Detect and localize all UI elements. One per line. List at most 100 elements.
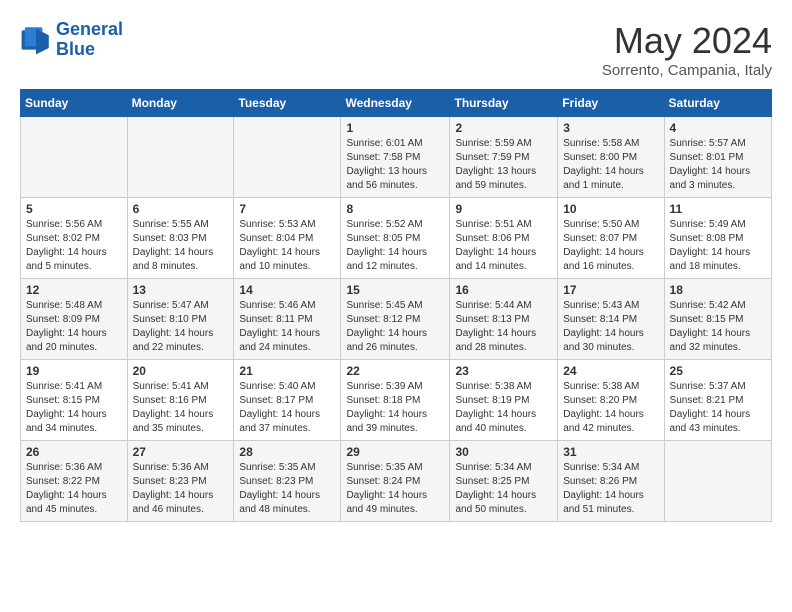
day-number: 5: [26, 202, 122, 216]
day-number: 24: [563, 364, 658, 378]
day-number: 22: [346, 364, 444, 378]
day-detail: Sunrise: 5:40 AM Sunset: 8:17 PM Dayligh…: [239, 380, 335, 436]
day-number: 12: [26, 283, 122, 297]
column-header-friday: Friday: [558, 90, 664, 117]
day-detail: Sunrise: 5:39 AM Sunset: 8:18 PM Dayligh…: [346, 380, 444, 436]
day-number: 15: [346, 283, 444, 297]
calendar-cell: 25Sunrise: 5:37 AM Sunset: 8:21 PM Dayli…: [664, 360, 771, 441]
day-number: 14: [239, 283, 335, 297]
day-number: 31: [563, 445, 658, 459]
calendar-cell: [127, 117, 234, 198]
day-detail: Sunrise: 5:38 AM Sunset: 8:19 PM Dayligh…: [455, 380, 552, 436]
calendar-cell: 12 Sunrise: 5:48 AM Sunset: 8:09 PM Dayli…: [21, 279, 128, 360]
day-detail: Sunrise: 5:42 AM Sunset: 8:15 PM Dayligh…: [670, 299, 766, 355]
calendar-cell: 22 Sunrise: 5:39 AM Sunset: 8:18 PM Dayli…: [341, 360, 450, 441]
calendar-cell: 9 Sunrise: 5:51 AM Sunset: 8:06 PM Daylig…: [450, 198, 558, 279]
day-detail: Sunrise: 5:53 AM Sunset: 8:04 PM Dayligh…: [239, 218, 335, 274]
month-title: May 2024: [602, 20, 772, 62]
calendar-cell: 3Sunrise: 5:58 AM Sunset: 8:00 PM Daylig…: [558, 117, 664, 198]
logo-line2: Blue: [56, 39, 95, 59]
title-block: May 2024 Sorrento, Campania, Italy: [602, 20, 772, 79]
calendar-cell: 15 Sunrise: 5:45 AM Sunset: 8:12 PM Dayli…: [341, 279, 450, 360]
day-number: 10: [563, 202, 658, 216]
day-detail: Sunrise: 5:36 AM Sunset: 8:22 PM Dayligh…: [26, 461, 122, 517]
day-detail: Sunrise: 5:37 AM Sunset: 8:21 PM Dayligh…: [670, 380, 766, 436]
day-detail: Sunrise: 5:57 AM Sunset: 8:01 PM Dayligh…: [670, 137, 766, 193]
calendar-cell: 18 Sunrise: 5:42 AM Sunset: 8:15 PM Dayli…: [664, 279, 771, 360]
day-number: 11: [670, 202, 766, 216]
calendar-cell: 23 Sunrise: 5:38 AM Sunset: 8:19 PM Dayli…: [450, 360, 558, 441]
day-detail: Sunrise: 5:36 AM Sunset: 8:23 PM Dayligh…: [133, 461, 229, 517]
calendar-cell: 5 Sunrise: 5:56 AM Sunset: 8:02 PM Daylig…: [21, 198, 128, 279]
day-detail: Sunrise: 5:56 AM Sunset: 8:02 PM Dayligh…: [26, 218, 122, 274]
calendar-cell: 8Sunrise: 5:52 AM Sunset: 8:05 PM Daylig…: [341, 198, 450, 279]
logo: General Blue: [20, 20, 123, 60]
calendar-cell: [234, 117, 341, 198]
calendar-cell: 24 Sunrise: 5:38 AM Sunset: 8:20 PM Dayli…: [558, 360, 664, 441]
calendar-cell: 26 Sunrise: 5:36 AM Sunset: 8:22 PM Dayli…: [21, 441, 128, 522]
calendar-cell: 19 Sunrise: 5:41 AM Sunset: 8:15 PM Dayli…: [21, 360, 128, 441]
calendar-week-4: 19 Sunrise: 5:41 AM Sunset: 8:15 PM Dayli…: [21, 360, 772, 441]
page-header: General Blue May 2024 Sorrento, Campania…: [20, 20, 772, 79]
calendar-table: SundayMondayTuesdayWednesdayThursdayFrid…: [20, 89, 772, 522]
day-detail: Sunrise: 5:50 AM Sunset: 8:07 PM Dayligh…: [563, 218, 658, 274]
day-detail: Sunrise: 6:01 AM Sunset: 7:58 PM Dayligh…: [346, 137, 444, 193]
calendar-cell: 30 Sunrise: 5:34 AM Sunset: 8:25 PM Dayli…: [450, 441, 558, 522]
day-number: 13: [133, 283, 229, 297]
day-detail: Sunrise: 5:34 AM Sunset: 8:25 PM Dayligh…: [455, 461, 552, 517]
calendar-cell: 2 Sunrise: 5:59 AM Sunset: 7:59 PM Daylig…: [450, 117, 558, 198]
day-number: 18: [670, 283, 766, 297]
calendar-cell: 6 Sunrise: 5:55 AM Sunset: 8:03 PM Daylig…: [127, 198, 234, 279]
day-number: 27: [133, 445, 229, 459]
calendar-cell: 31Sunrise: 5:34 AM Sunset: 8:26 PM Dayli…: [558, 441, 664, 522]
calendar-week-2: 5 Sunrise: 5:56 AM Sunset: 8:02 PM Daylig…: [21, 198, 772, 279]
calendar-cell: 16Sunrise: 5:44 AM Sunset: 8:13 PM Dayli…: [450, 279, 558, 360]
calendar-cell: 13 Sunrise: 5:47 AM Sunset: 8:10 PM Dayli…: [127, 279, 234, 360]
day-number: 9: [455, 202, 552, 216]
day-detail: Sunrise: 5:38 AM Sunset: 8:20 PM Dayligh…: [563, 380, 658, 436]
day-detail: Sunrise: 5:52 AM Sunset: 8:05 PM Dayligh…: [346, 218, 444, 274]
calendar-week-1: 1 Sunrise: 6:01 AM Sunset: 7:58 PM Daylig…: [21, 117, 772, 198]
day-number: 4: [670, 121, 766, 135]
day-number: 29: [346, 445, 444, 459]
day-number: 20: [133, 364, 229, 378]
calendar-cell: [21, 117, 128, 198]
calendar-cell: 4 Sunrise: 5:57 AM Sunset: 8:01 PM Daylig…: [664, 117, 771, 198]
calendar-week-5: 26 Sunrise: 5:36 AM Sunset: 8:22 PM Dayli…: [21, 441, 772, 522]
day-detail: Sunrise: 5:41 AM Sunset: 8:15 PM Dayligh…: [26, 380, 122, 436]
calendar-cell: 27 Sunrise: 5:36 AM Sunset: 8:23 PM Dayli…: [127, 441, 234, 522]
logo-icon: [20, 24, 52, 56]
day-detail: Sunrise: 5:47 AM Sunset: 8:10 PM Dayligh…: [133, 299, 229, 355]
day-number: 26: [26, 445, 122, 459]
calendar-cell: 29 Sunrise: 5:35 AM Sunset: 8:24 PM Dayli…: [341, 441, 450, 522]
calendar-cell: 17 Sunrise: 5:43 AM Sunset: 8:14 PM Dayli…: [558, 279, 664, 360]
day-number: 30: [455, 445, 552, 459]
day-number: 17: [563, 283, 658, 297]
calendar-week-3: 12 Sunrise: 5:48 AM Sunset: 8:09 PM Dayli…: [21, 279, 772, 360]
day-detail: Sunrise: 5:51 AM Sunset: 8:06 PM Dayligh…: [455, 218, 552, 274]
calendar-header-row: SundayMondayTuesdayWednesdayThursdayFrid…: [21, 90, 772, 117]
day-number: 23: [455, 364, 552, 378]
logo-text: General Blue: [56, 20, 123, 60]
column-header-wednesday: Wednesday: [341, 90, 450, 117]
day-detail: Sunrise: 5:35 AM Sunset: 8:24 PM Dayligh…: [346, 461, 444, 517]
day-detail: Sunrise: 5:35 AM Sunset: 8:23 PM Dayligh…: [239, 461, 335, 517]
day-detail: Sunrise: 5:55 AM Sunset: 8:03 PM Dayligh…: [133, 218, 229, 274]
day-number: 16: [455, 283, 552, 297]
column-header-thursday: Thursday: [450, 90, 558, 117]
day-detail: Sunrise: 5:48 AM Sunset: 8:09 PM Dayligh…: [26, 299, 122, 355]
day-detail: Sunrise: 5:45 AM Sunset: 8:12 PM Dayligh…: [346, 299, 444, 355]
day-number: 19: [26, 364, 122, 378]
calendar-cell: 14 Sunrise: 5:46 AM Sunset: 8:11 PM Dayli…: [234, 279, 341, 360]
day-number: 1: [346, 121, 444, 135]
logo-line1: General: [56, 19, 123, 39]
calendar-cell: 10 Sunrise: 5:50 AM Sunset: 8:07 PM Dayli…: [558, 198, 664, 279]
day-number: 2: [455, 121, 552, 135]
day-number: 21: [239, 364, 335, 378]
day-detail: Sunrise: 5:46 AM Sunset: 8:11 PM Dayligh…: [239, 299, 335, 355]
day-detail: Sunrise: 5:59 AM Sunset: 7:59 PM Dayligh…: [455, 137, 552, 193]
day-number: 7: [239, 202, 335, 216]
day-detail: Sunrise: 5:43 AM Sunset: 8:14 PM Dayligh…: [563, 299, 658, 355]
day-number: 6: [133, 202, 229, 216]
day-detail: Sunrise: 5:49 AM Sunset: 8:08 PM Dayligh…: [670, 218, 766, 274]
